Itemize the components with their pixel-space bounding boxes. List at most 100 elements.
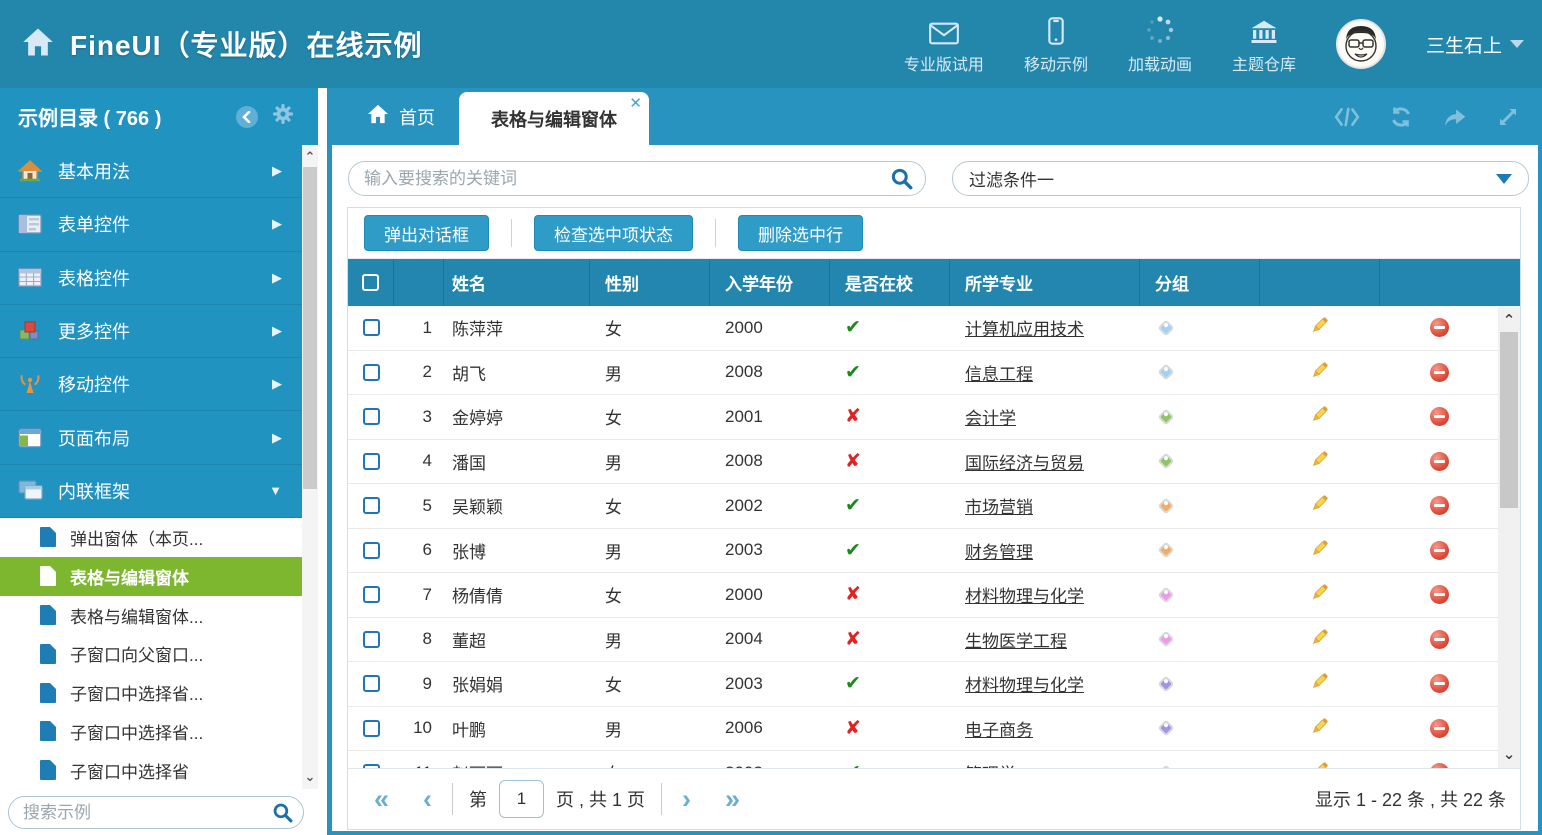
major-link[interactable]: 财务管理 xyxy=(965,538,1033,563)
edit-icon[interactable] xyxy=(1310,360,1330,385)
loading-anim-action[interactable]: 加载动画 xyxy=(1128,13,1192,75)
trial-action[interactable]: 专业版试用 xyxy=(904,13,984,75)
row-checkbox[interactable] xyxy=(363,408,380,425)
col-name: 姓名 xyxy=(444,259,590,306)
grid-scrollbar[interactable]: ⌃ ⌄ xyxy=(1498,306,1520,768)
delete-icon[interactable] xyxy=(1430,452,1449,471)
last-page-button[interactable]: » xyxy=(721,786,744,813)
delete-selected-button[interactable]: 删除选中行 xyxy=(738,215,863,251)
edit-icon[interactable] xyxy=(1310,493,1330,518)
major-link[interactable]: 会计学 xyxy=(965,404,1016,429)
collapse-sidebar-icon[interactable] xyxy=(236,106,258,128)
submenu-item-grid-edit-window[interactable]: 表格与编辑窗体 xyxy=(0,557,302,596)
row-checkbox[interactable] xyxy=(363,720,380,737)
delete-icon[interactable] xyxy=(1430,407,1449,426)
sidebar-scrollbar-thumb[interactable] xyxy=(303,167,317,489)
share-icon[interactable] xyxy=(1442,106,1468,128)
edit-icon[interactable] xyxy=(1310,315,1330,340)
submenu-item-child-to-parent[interactable]: 子窗口向父窗口... xyxy=(0,634,302,673)
col-edit xyxy=(1260,259,1380,306)
major-link[interactable]: 国际经济与贸易 xyxy=(965,449,1084,474)
gear-icon[interactable] xyxy=(272,103,294,130)
major-link[interactable]: 电子商务 xyxy=(965,716,1033,741)
major-link[interactable]: 计算机应用技术 xyxy=(965,315,1084,340)
major-link[interactable]: 市场营销 xyxy=(965,493,1033,518)
tag-icon xyxy=(1155,450,1177,472)
search-icon[interactable] xyxy=(272,802,293,823)
edit-icon[interactable] xyxy=(1310,716,1330,741)
major-link[interactable]: 管理学 xyxy=(965,760,1016,768)
major-link[interactable]: 材料物理与化学 xyxy=(965,582,1084,607)
close-icon[interactable]: ✕ xyxy=(629,94,642,112)
row-checkbox[interactable] xyxy=(363,675,380,692)
scroll-down-icon[interactable]: ⌄ xyxy=(302,769,318,785)
grid-scrollbar-thumb[interactable] xyxy=(1500,332,1518,508)
expand-icon[interactable] xyxy=(1496,105,1520,129)
row-checkbox[interactable] xyxy=(363,631,380,648)
edit-icon[interactable] xyxy=(1310,538,1330,563)
submenu-item-select-province-3[interactable]: 子窗口中选择省 xyxy=(0,751,302,790)
row-checkbox[interactable] xyxy=(363,364,380,381)
edit-icon[interactable] xyxy=(1310,627,1330,652)
open-dialog-button[interactable]: 弹出对话框 xyxy=(364,215,489,251)
delete-icon[interactable] xyxy=(1430,363,1449,382)
prev-page-button[interactable]: ‹ xyxy=(419,786,436,813)
delete-icon[interactable] xyxy=(1430,630,1449,649)
sidebar-search-input[interactable] xyxy=(23,803,253,823)
next-page-button[interactable]: › xyxy=(678,786,695,813)
sidebar-item-iframe[interactable]: 内联框架 ▼ xyxy=(0,465,302,518)
submenu-item-grid-edit-window-2[interactable]: 表格与编辑窗体... xyxy=(0,596,302,635)
sidebar-item-grid[interactable]: 表格控件 ▶ xyxy=(0,252,302,305)
sidebar-item-mobile[interactable]: 移动控件 ▶ xyxy=(0,358,302,411)
edit-icon[interactable] xyxy=(1310,671,1330,696)
avatar[interactable] xyxy=(1336,19,1386,69)
delete-icon[interactable] xyxy=(1430,496,1449,515)
delete-icon[interactable] xyxy=(1430,763,1449,768)
sidebar-scrollbar[interactable]: ⌃ ⌄ xyxy=(302,145,318,789)
edit-icon[interactable] xyxy=(1310,760,1330,768)
mobile-demo-action[interactable]: 移动示例 xyxy=(1024,13,1088,75)
row-checkbox[interactable] xyxy=(363,319,380,336)
delete-icon[interactable] xyxy=(1430,318,1449,337)
first-page-button[interactable]: « xyxy=(370,786,393,813)
submenu-item-popup-window[interactable]: 弹出窗体（本页... xyxy=(0,518,302,557)
user-menu[interactable]: 三生石上 xyxy=(1426,31,1524,58)
code-icon[interactable] xyxy=(1334,106,1360,128)
delete-icon[interactable] xyxy=(1430,719,1449,738)
search-icon[interactable] xyxy=(890,167,913,190)
refresh-icon[interactable] xyxy=(1388,105,1414,129)
page-icon xyxy=(40,721,56,741)
edit-icon[interactable] xyxy=(1310,404,1330,429)
edit-icon[interactable] xyxy=(1310,582,1330,607)
scroll-down-icon[interactable]: ⌄ xyxy=(1498,745,1520,763)
delete-icon[interactable] xyxy=(1430,585,1449,604)
check-selected-button[interactable]: 检查选中项状态 xyxy=(534,215,693,251)
delete-icon[interactable] xyxy=(1430,541,1449,560)
edit-icon[interactable] xyxy=(1310,449,1330,474)
row-checkbox[interactable] xyxy=(363,453,380,470)
sidebar-item-basic[interactable]: 基本用法 ▶ xyxy=(0,145,302,198)
submenu-item-select-province-1[interactable]: 子窗口中选择省... xyxy=(0,673,302,712)
page-number-input[interactable] xyxy=(499,780,544,818)
major-link[interactable]: 材料物理与化学 xyxy=(965,671,1084,696)
keyword-search-input[interactable] xyxy=(364,169,854,189)
sidebar-item-form[interactable]: 表单控件 ▶ xyxy=(0,198,302,251)
tab-grid-edit-window[interactable]: 表格与编辑窗体 ✕ xyxy=(459,92,649,145)
major-link[interactable]: 生物医学工程 xyxy=(965,627,1067,652)
row-checkbox[interactable] xyxy=(363,497,380,514)
scroll-up-icon[interactable]: ⌃ xyxy=(302,149,318,165)
status-icon: ✘ xyxy=(845,628,861,651)
delete-icon[interactable] xyxy=(1430,674,1449,693)
tab-home[interactable]: 首页 xyxy=(343,88,459,145)
row-checkbox[interactable] xyxy=(363,586,380,603)
select-all-checkbox[interactable] xyxy=(362,274,379,291)
scroll-up-icon[interactable]: ⌃ xyxy=(1498,311,1520,329)
sidebar-item-more[interactable]: 更多控件 ▶ xyxy=(0,305,302,358)
row-checkbox[interactable] xyxy=(363,764,380,768)
theme-repo-action[interactable]: 主题仓库 xyxy=(1232,13,1296,75)
filter-dropdown[interactable]: 过滤条件一 xyxy=(952,161,1529,196)
major-link[interactable]: 信息工程 xyxy=(965,360,1033,385)
row-checkbox[interactable] xyxy=(363,542,380,559)
sidebar-item-layout[interactable]: 页面布局 ▶ xyxy=(0,411,302,464)
submenu-item-select-province-2[interactable]: 子窗口中选择省... xyxy=(0,712,302,751)
